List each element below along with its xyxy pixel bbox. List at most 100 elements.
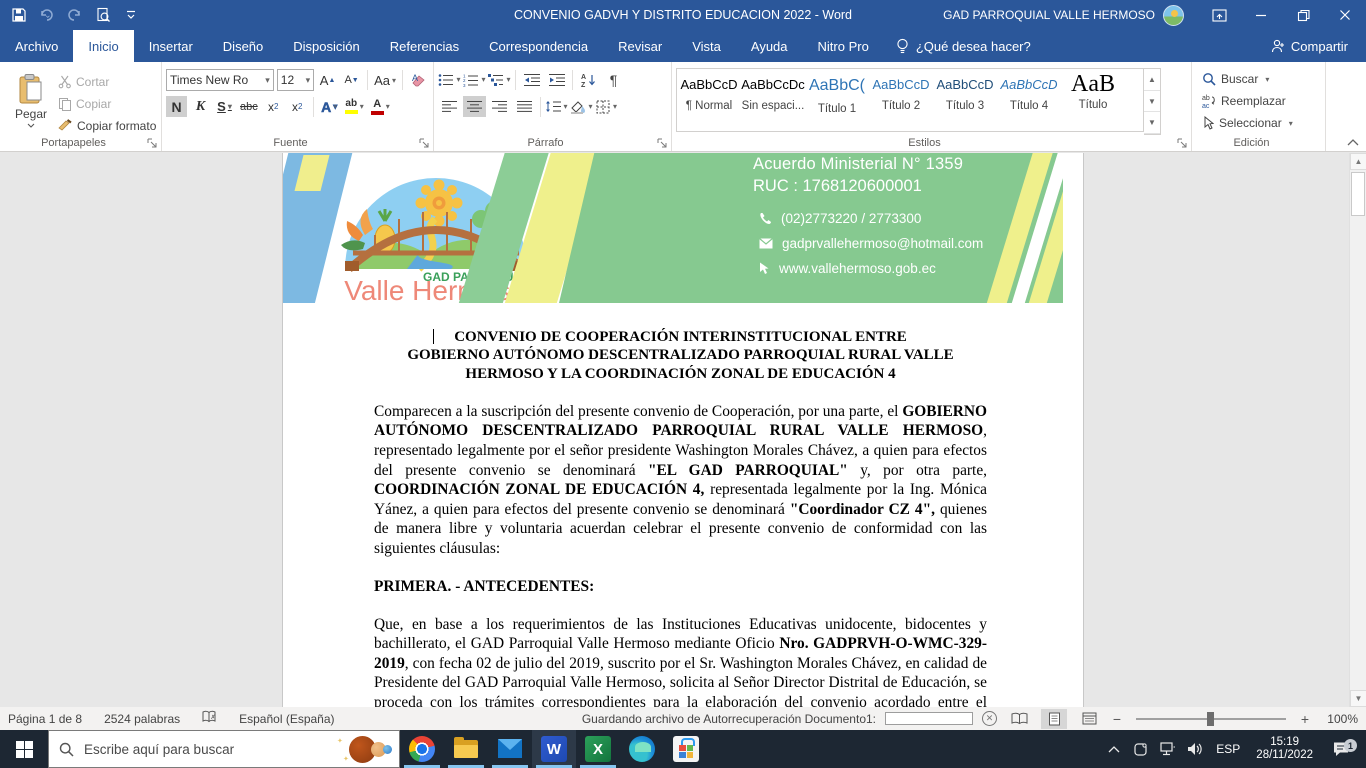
- grow-font-button[interactable]: A▲: [317, 70, 338, 91]
- decrease-indent-button[interactable]: [520, 69, 543, 90]
- find-button[interactable]: Buscar▾: [1202, 70, 1319, 88]
- borders-button[interactable]: ▾: [595, 96, 618, 117]
- document-title[interactable]: CONVENIO DE COOPERACIÓN INTERINSTITUCION…: [374, 328, 987, 383]
- styles-scroll-down-button[interactable]: ▼: [1144, 91, 1160, 113]
- justify-button[interactable]: [513, 96, 536, 117]
- undo-button[interactable]: [34, 2, 60, 28]
- underline-button[interactable]: S▾: [214, 96, 235, 117]
- taskbar-mail[interactable]: [488, 730, 532, 768]
- italic-button[interactable]: K: [190, 96, 211, 117]
- scroll-down-button[interactable]: ▼: [1350, 690, 1366, 707]
- print-preview-button[interactable]: [90, 2, 116, 28]
- styles-scroll-up-button[interactable]: ▲: [1144, 69, 1160, 91]
- minimize-button[interactable]: [1240, 0, 1282, 30]
- taskbar-file-explorer[interactable]: [444, 730, 488, 768]
- proofing-status[interactable]: ✗: [202, 710, 217, 727]
- sort-button[interactable]: AZ: [577, 69, 600, 90]
- close-button[interactable]: [1324, 0, 1366, 30]
- taskbar-chrome[interactable]: [400, 730, 444, 768]
- tab-insertar[interactable]: Insertar: [134, 30, 208, 62]
- heading-antecedentes[interactable]: PRIMERA. - ANTECEDENTES:: [374, 578, 987, 596]
- style-titulo-4[interactable]: AaBbCcD Título 4: [997, 69, 1061, 131]
- tray-show-hidden-button[interactable]: [1100, 730, 1127, 768]
- language-indicator[interactable]: Español (España): [239, 712, 334, 726]
- superscript-button[interactable]: x2: [287, 96, 308, 117]
- style-sin-espaciado[interactable]: AaBbCcDc Sin espaci...: [741, 69, 805, 131]
- style-titulo[interactable]: AaB Título: [1061, 69, 1125, 131]
- strikethrough-button[interactable]: abc: [238, 96, 260, 117]
- styles-more-button[interactable]: ▼: [1144, 112, 1160, 134]
- share-button[interactable]: Compartir: [1253, 30, 1366, 62]
- read-mode-button[interactable]: [1006, 709, 1032, 729]
- clear-formatting-button[interactable]: A: [408, 70, 429, 91]
- style-normal[interactable]: AaBbCcD ¶ Normal: [677, 69, 741, 131]
- shading-button[interactable]: ▾: [570, 96, 593, 117]
- start-button[interactable]: [0, 730, 48, 768]
- shrink-font-button[interactable]: A▼: [341, 70, 362, 91]
- scrollbar-thumb[interactable]: [1351, 172, 1365, 216]
- dialog-launcher-icon[interactable]: [1177, 138, 1188, 149]
- tell-me-box[interactable]: ¿Qué desea hacer?: [884, 30, 1043, 62]
- multilevel-list-button[interactable]: ▾: [488, 69, 511, 90]
- restore-button[interactable]: [1282, 0, 1324, 30]
- zoom-in-button[interactable]: +: [1299, 711, 1311, 727]
- bullets-button[interactable]: ▾: [438, 69, 461, 90]
- tab-inicio[interactable]: Inicio: [73, 30, 133, 62]
- page-indicator[interactable]: Página 1 de 8: [8, 712, 82, 726]
- print-layout-button[interactable]: [1041, 709, 1067, 729]
- tab-disposicion[interactable]: Disposición: [278, 30, 374, 62]
- text-effects-button[interactable]: A▾: [319, 96, 340, 117]
- document-page[interactable]: GAD PARROQUIAL Valle Hermoso Acuerdo Min…: [282, 153, 1084, 707]
- word-count[interactable]: 2524 palabras: [104, 712, 180, 726]
- action-center-button[interactable]: 1: [1321, 741, 1361, 757]
- web-layout-button[interactable]: [1076, 709, 1102, 729]
- font-size-combo[interactable]: 12▾: [277, 69, 314, 91]
- copy-button[interactable]: Copiar: [58, 94, 156, 113]
- tray-sync-icon[interactable]: [1127, 730, 1154, 768]
- paste-button[interactable]: Pegar: [4, 66, 58, 135]
- cancel-save-button[interactable]: ✕: [982, 711, 997, 726]
- line-spacing-button[interactable]: ▾: [545, 96, 568, 117]
- format-painter-button[interactable]: Copiar formato: [58, 116, 156, 135]
- customize-qat-button[interactable]: [118, 2, 144, 28]
- redo-button[interactable]: [62, 2, 88, 28]
- change-case-button[interactable]: Aa▾: [373, 70, 397, 91]
- zoom-slider-thumb[interactable]: [1207, 712, 1214, 726]
- select-button[interactable]: Seleccionar▾: [1202, 114, 1319, 132]
- replace-button[interactable]: abac Reemplazar: [1202, 92, 1319, 110]
- tab-ayuda[interactable]: Ayuda: [736, 30, 803, 62]
- tab-vista[interactable]: Vista: [677, 30, 736, 62]
- subscript-button[interactable]: x2: [263, 96, 284, 117]
- highlight-button[interactable]: ab▾: [343, 96, 366, 117]
- input-language[interactable]: ESP: [1208, 742, 1248, 756]
- account-name[interactable]: GAD PARROQUIAL VALLE HERMOSO: [943, 8, 1155, 22]
- increase-indent-button[interactable]: [545, 69, 568, 90]
- taskbar-edge[interactable]: [620, 730, 664, 768]
- paragraph-2[interactable]: Que, en base a los requerimientos de las…: [374, 615, 987, 707]
- taskbar-excel[interactable]: X: [576, 730, 620, 768]
- taskbar-store[interactable]: [664, 730, 708, 768]
- align-left-button[interactable]: [438, 96, 461, 117]
- collapse-ribbon-button[interactable]: [1346, 138, 1360, 147]
- align-center-button[interactable]: [463, 96, 486, 117]
- tab-correspondencia[interactable]: Correspondencia: [474, 30, 603, 62]
- network-icon[interactable]: [1154, 730, 1181, 768]
- scroll-up-button[interactable]: ▲: [1350, 153, 1366, 170]
- zoom-out-button[interactable]: −: [1111, 711, 1123, 727]
- paragraph-1[interactable]: Comparecen a la suscripción del presente…: [374, 402, 987, 559]
- save-button[interactable]: [6, 2, 32, 28]
- font-color-button[interactable]: A▾: [369, 96, 392, 117]
- numbering-button[interactable]: 123▾: [463, 69, 486, 90]
- tab-revisar[interactable]: Revisar: [603, 30, 677, 62]
- tab-referencias[interactable]: Referencias: [375, 30, 474, 62]
- style-titulo-1[interactable]: AaBbC( Título 1: [805, 69, 869, 131]
- volume-icon[interactable]: [1181, 730, 1208, 768]
- dialog-launcher-icon[interactable]: [657, 138, 668, 149]
- tab-diseno[interactable]: Diseño: [208, 30, 278, 62]
- vertical-scrollbar[interactable]: ▲ ▼: [1349, 153, 1366, 707]
- style-titulo-2[interactable]: AaBbCcD Título 2: [869, 69, 933, 131]
- taskbar-word[interactable]: W: [532, 730, 576, 768]
- zoom-level[interactable]: 100%: [1320, 712, 1358, 726]
- account-avatar[interactable]: [1163, 5, 1184, 26]
- dialog-launcher-icon[interactable]: [419, 138, 430, 149]
